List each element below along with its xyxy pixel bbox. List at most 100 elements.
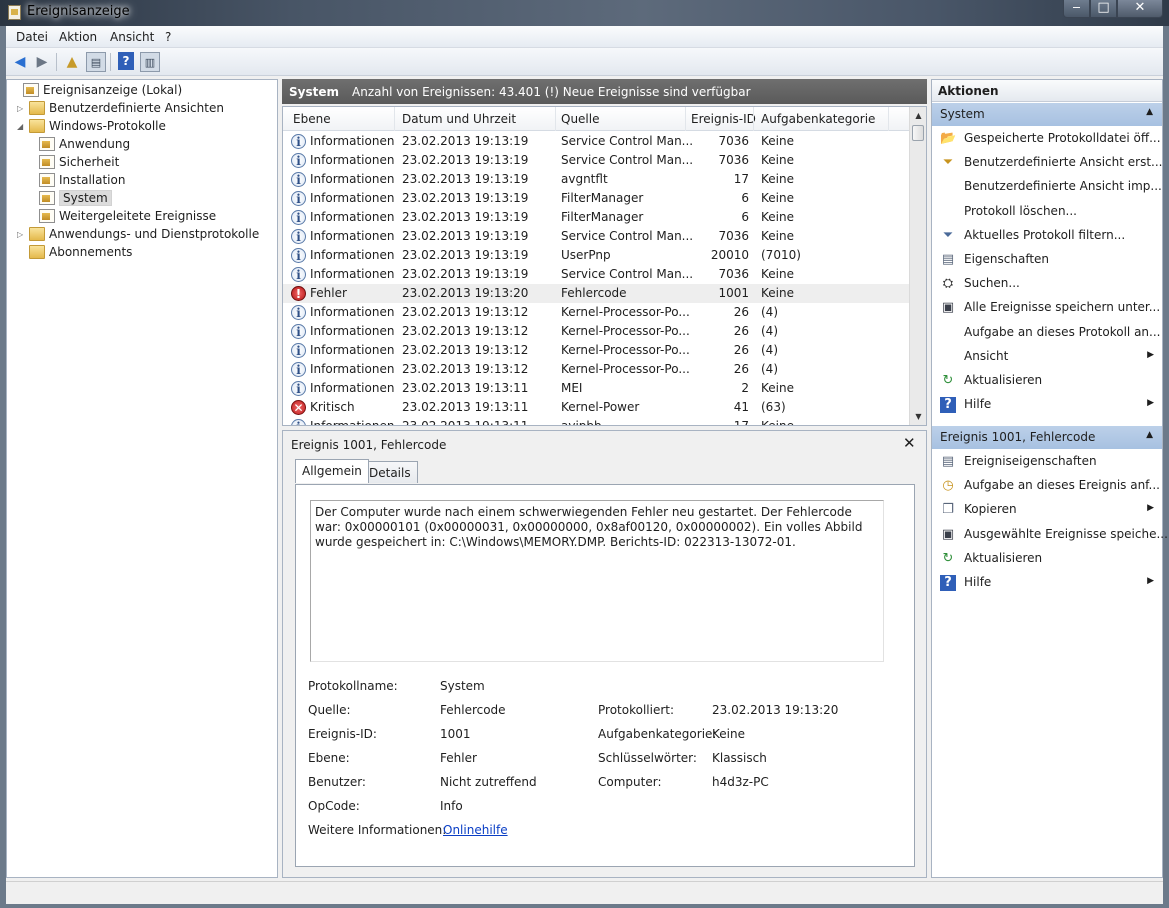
event-description[interactable]: Der Computer wurde nach einem schwerwieg… — [310, 500, 884, 662]
action-item[interactable]: ▣ Ausgewählte Ereignisse speiche... — [932, 524, 1168, 546]
properties-icon: ▤ — [941, 252, 955, 267]
event-row[interactable]: i Informationen 23.02.2013 19:13:19 Service… — [283, 227, 909, 246]
online-help-link[interactable]: Onlinehilfe — [443, 823, 508, 837]
tree-node-forwarded-events[interactable]: Weitergeleitete Ereignisse — [39, 207, 216, 225]
tree-node-windows-logs[interactable]: ◢ Windows-Protokolle — [17, 117, 166, 135]
tree-node-root[interactable]: Ereignisanzeige (Lokal) — [11, 81, 182, 99]
window-title: Ereignisanzeige — [27, 4, 130, 19]
event-count: Anzahl von Ereignissen: 43.401 (!) Neue … — [352, 84, 751, 99]
tree-node-security[interactable]: Sicherheit — [39, 153, 119, 171]
event-source: Kernel-Processor-Po... — [561, 362, 690, 376]
collapse-arrow-icon[interactable]: ◢ — [17, 122, 27, 131]
action-item[interactable]: ⛭ Suchen... — [932, 273, 1162, 295]
expand-arrow-icon[interactable]: ▷ — [17, 230, 27, 239]
close-button[interactable]: ✕ — [1117, 0, 1163, 18]
event-row[interactable]: i Informationen 23.02.2013 19:13:19 UserPnp… — [283, 246, 909, 265]
event-row[interactable]: i Informationen 23.02.2013 19:13:11 MEI 2 Kei… — [283, 379, 909, 398]
action-item[interactable]: ↻ Aktualisieren — [932, 548, 1162, 570]
scroll-up-icon[interactable]: ▲ — [910, 107, 926, 124]
action-item[interactable]: ? Hilfe ▶ — [932, 572, 1162, 594]
label-logged: Protokolliert: — [598, 703, 675, 717]
event-row[interactable]: i Informationen 23.02.2013 19:13:19 FilterM… — [283, 208, 909, 227]
action-item[interactable]: ⏷ Benutzerdefinierte Ansicht erst... — [932, 152, 1163, 174]
action-item[interactable]: Protokoll löschen... — [932, 201, 1162, 223]
event-row[interactable]: i Informationen 23.02.2013 19:13:11 avipbb 1… — [283, 417, 909, 425]
event-task: (4) — [761, 305, 778, 319]
tab-general[interactable]: Allgemein — [295, 459, 369, 483]
event-task: Keine — [761, 191, 794, 205]
event-detail-pane: Ereignis 1001, Fehlercode ✕ Allgemein De… — [282, 430, 927, 878]
minimize-button[interactable]: ‒ — [1063, 0, 1090, 18]
event-row[interactable]: i Informationen 23.02.2013 19:13:19 avgntfl… — [283, 170, 909, 189]
help-icon[interactable]: ? — [118, 52, 134, 70]
label-keywords: Schlüsselwörter: — [598, 751, 697, 765]
menu-datei[interactable]: Datei — [16, 30, 48, 44]
column-source[interactable]: Quelle — [561, 112, 599, 126]
action-item[interactable]: Benutzerdefinierte Ansicht imp... — [932, 176, 1162, 198]
scroll-down-icon[interactable]: ▼ — [910, 408, 926, 425]
action-item[interactable]: Ansicht ▶ — [932, 346, 1162, 368]
action-item[interactable]: ❐ Kopieren ▶ — [932, 499, 1162, 521]
event-row[interactable]: i Informationen 23.02.2013 19:13:12 Kernel-… — [283, 322, 909, 341]
column-event-id[interactable]: Ereignis-ID — [691, 112, 756, 126]
event-row[interactable]: i Informationen 23.02.2013 19:13:12 Kernel-… — [283, 341, 909, 360]
event-row[interactable]: i Informationen 23.02.2013 19:13:19 Service… — [283, 132, 909, 151]
tree-node-application[interactable]: Anwendung — [39, 135, 130, 153]
back-arrow-icon[interactable]: ◀ — [10, 52, 30, 72]
event-row[interactable]: ✕ Kritisch 23.02.2013 19:13:11 Kernel-Power… — [283, 398, 909, 417]
action-item[interactable]: ◷ Aufgabe an dieses Ereignis anf... — [932, 475, 1162, 497]
event-row[interactable]: ! Fehler 23.02.2013 19:13:20 Fehlercode 1001… — [283, 284, 909, 303]
event-row[interactable]: i Informationen 23.02.2013 19:13:19 Service… — [283, 151, 909, 170]
expand-arrow-icon[interactable]: ▷ — [17, 104, 27, 113]
action-item[interactable]: ▤ Ereigniseigenschaften — [932, 451, 1162, 473]
action-item[interactable]: 📂 Gespeicherte Protokolldatei öff... — [932, 128, 1162, 150]
status-bar — [6, 881, 1163, 904]
action-item[interactable]: ↻ Aktualisieren — [932, 370, 1162, 392]
tree-node-app-service-logs[interactable]: ▷ Anwendungs- und Dienstprotokolle — [17, 225, 259, 243]
up-folder-icon[interactable]: ▲ — [62, 52, 82, 72]
forward-arrow-icon[interactable]: ▶ — [32, 52, 52, 72]
column-date[interactable]: Datum und Uhrzeit — [402, 112, 516, 126]
action-item[interactable]: ▣ Alle Ereignisse speichern unter... — [932, 297, 1162, 319]
tree-node-system[interactable]: System — [39, 189, 112, 207]
copy-icon: ❐ — [942, 502, 954, 518]
event-row[interactable]: i Informationen 23.02.2013 19:13:12 Kernel-… — [283, 360, 909, 379]
value-task-category: Keine — [712, 727, 745, 741]
show-action-pane-icon[interactable]: ▥ — [140, 52, 160, 72]
column-task-category[interactable]: Aufgabenkategorie — [761, 112, 875, 126]
event-row[interactable]: i Informationen 23.02.2013 19:13:12 Kernel-… — [283, 303, 909, 322]
column-level[interactable]: Ebene — [293, 112, 331, 126]
action-item[interactable]: ⏷ Aktuelles Protokoll filtern... — [932, 225, 1162, 247]
event-level: Informationen — [310, 229, 395, 243]
tree-node-custom-views[interactable]: ▷ Benutzerdefinierte Ansichten — [17, 99, 224, 117]
maximize-button[interactable]: □ — [1090, 0, 1117, 18]
event-list-scrollbar[interactable]: ▲ ▼ — [909, 107, 926, 425]
label-source: Quelle: — [308, 703, 351, 717]
event-id: 26 — [733, 343, 749, 357]
menu-ansicht[interactable]: Ansicht — [110, 30, 154, 44]
close-icon[interactable]: ✕ — [903, 434, 916, 452]
section-event-label: Ereignis 1001, Fehlercode — [940, 430, 1096, 444]
tree-node-setup[interactable]: Installation — [39, 171, 125, 189]
section-event[interactable]: Ereignis 1001, Fehlercode ▲ — [932, 426, 1162, 449]
menu-aktion[interactable]: Aktion — [59, 30, 97, 44]
event-level: Informationen — [310, 381, 395, 395]
tree-node-subscriptions[interactable]: Abonnements — [17, 243, 132, 261]
event-task: Keine — [761, 381, 794, 395]
event-row[interactable]: i Informationen 23.02.2013 19:13:19 Service… — [283, 265, 909, 284]
save-icon: ▣ — [941, 526, 955, 542]
action-item[interactable]: ▤ Eigenschaften — [932, 249, 1162, 271]
menu-bar: Datei Aktion Ansicht ? — [6, 26, 1163, 48]
menu-help[interactable]: ? — [165, 30, 171, 44]
event-row[interactable]: i Informationen 23.02.2013 19:13:19 FilterM… — [283, 189, 909, 208]
action-item[interactable]: Aufgabe an dieses Protokoll an... — [932, 322, 1162, 344]
actions-header: Aktionen — [932, 80, 1162, 102]
section-system[interactable]: System ▲ — [932, 103, 1162, 126]
action-item[interactable]: ? Hilfe ▶ — [932, 394, 1162, 416]
scroll-thumb[interactable] — [912, 125, 924, 141]
tab-details[interactable]: Details — [362, 461, 418, 483]
show-tree-icon[interactable]: ▤ — [86, 52, 106, 72]
collapse-icon[interactable]: ▲ — [1146, 107, 1153, 117]
info-icon: i — [291, 229, 306, 244]
collapse-icon[interactable]: ▲ — [1146, 430, 1153, 440]
